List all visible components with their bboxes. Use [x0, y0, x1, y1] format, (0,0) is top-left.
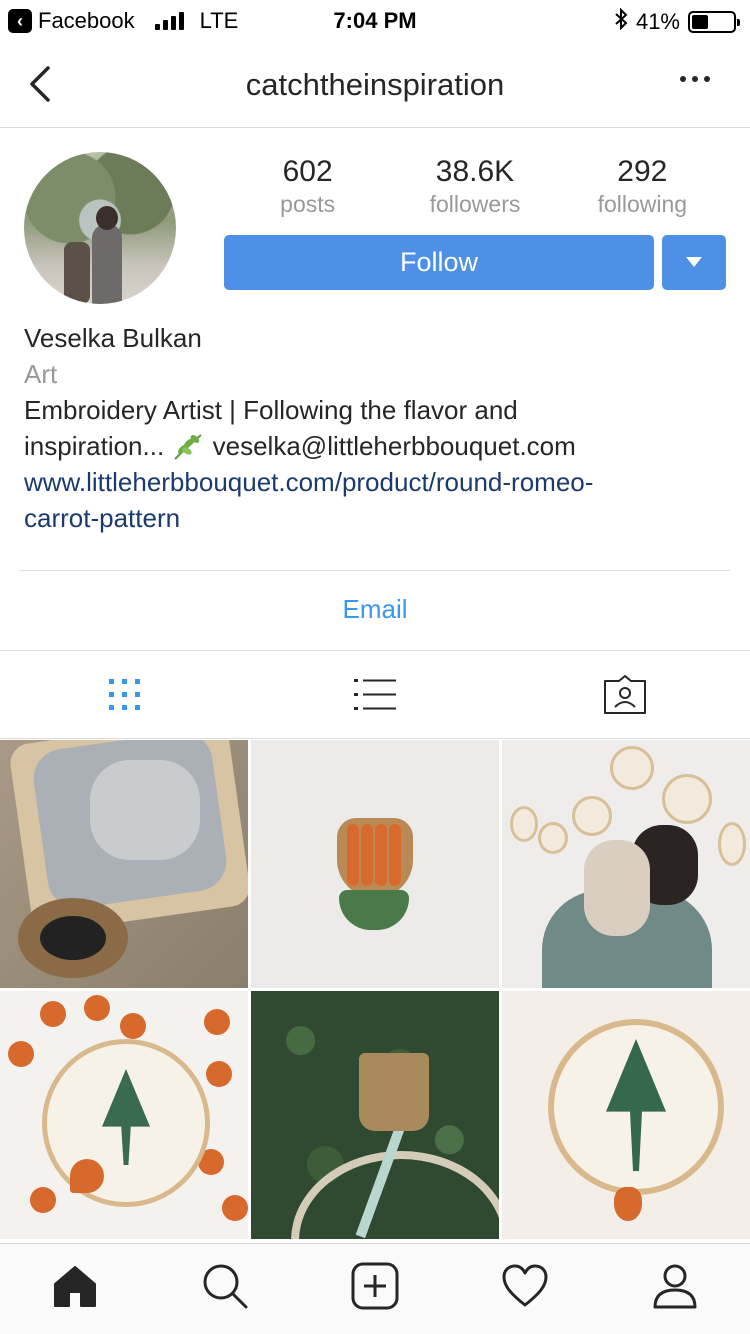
status-bar: ‹ Facebook LTE 7:04 PM 41% — [0, 0, 750, 40]
stat-following[interactable]: 292 following — [559, 155, 726, 218]
caret-down-icon — [686, 257, 702, 267]
post-thumbnail[interactable] — [251, 991, 499, 1239]
profile-name: Veselka Bulkan — [24, 323, 202, 353]
stat-followers[interactable]: 38.6K followers — [391, 155, 558, 218]
post-thumbnail[interactable] — [251, 740, 499, 988]
nav-bar: catchtheinspiration — [0, 40, 750, 128]
list-icon[interactable] — [250, 651, 500, 739]
profile-username: catchtheinspiration — [245, 67, 505, 102]
add-post-icon[interactable] — [300, 1244, 450, 1334]
suggestions-dropdown-button[interactable] — [662, 235, 726, 290]
stat-label: posts — [280, 191, 336, 217]
bio-text: inspiration... — [24, 431, 172, 461]
link-line: carrot-pattern — [24, 503, 181, 533]
profile-stats: 602 posts 38.6K followers 292 following — [224, 155, 726, 218]
stat-value: 292 — [617, 155, 668, 188]
home-icon[interactable] — [0, 1244, 150, 1334]
battery-icon — [688, 11, 740, 33]
view-tabs — [0, 651, 750, 739]
stat-label: following — [597, 191, 688, 217]
post-thumbnail[interactable] — [0, 991, 248, 1239]
bottom-tab-bar — [0, 1243, 750, 1334]
bio-line: Embroidery Artist | Following the flavor… — [24, 395, 518, 425]
photo-grid — [0, 740, 750, 1239]
profile-bio: Veselka Bulkan Art Embroidery Artist | F… — [24, 320, 724, 536]
avatar[interactable] — [24, 152, 176, 304]
follow-button[interactable]: Follow — [224, 235, 654, 290]
stat-value: 602 — [282, 155, 333, 188]
heart-icon[interactable] — [450, 1244, 600, 1334]
search-icon[interactable] — [150, 1244, 300, 1334]
battery-percent: 41% — [635, 9, 680, 34]
profile-website-link[interactable]: www.littleherbbouquet.com/product/round-… — [24, 464, 724, 536]
email-button[interactable]: Email — [0, 594, 750, 625]
link-line: www.littleherbbouquet.com/product/round-… — [24, 467, 594, 497]
more-horizontal-icon[interactable] — [680, 76, 710, 82]
stat-value: 38.6K — [435, 155, 515, 188]
grid-icon[interactable] — [0, 651, 250, 739]
bio-email[interactable]: veselka@littleherbbouquet.com — [213, 431, 576, 461]
stat-label: followers — [429, 191, 521, 217]
stat-posts[interactable]: 602 posts — [224, 155, 391, 218]
tagged-icon[interactable] — [500, 651, 750, 739]
herb-emoji-icon — [171, 431, 212, 461]
profile-category: Art — [24, 359, 58, 389]
divider — [20, 570, 730, 571]
post-thumbnail[interactable] — [502, 991, 750, 1239]
bluetooth-icon — [614, 7, 628, 36]
post-thumbnail[interactable] — [0, 740, 248, 988]
bio-line: inspiration... veselka@littleherbbouquet… — [24, 428, 724, 464]
post-thumbnail[interactable] — [502, 740, 750, 988]
profile-icon[interactable] — [600, 1244, 750, 1334]
